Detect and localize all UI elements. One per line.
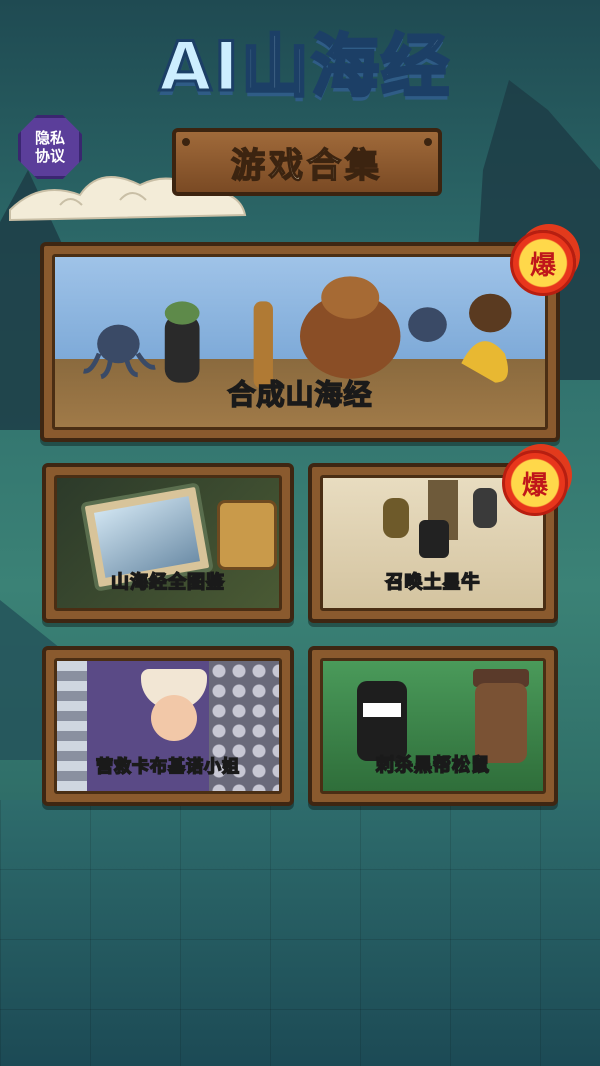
featured-game-thumbnail: 合成山海经 [52, 254, 548, 430]
game-card-rescue[interactable]: 营救卡布基诺小姐 [42, 646, 294, 806]
game-label: 山海经全图鉴 [110, 571, 225, 594]
privacy-policy-button[interactable]: 隐私 协议 [18, 115, 82, 179]
character-illustration [363, 703, 401, 717]
app-title: AI山海经 [158, 27, 451, 109]
hot-badge: 爆 [502, 450, 568, 516]
featured-game-card[interactable]: 合成山海经 [40, 242, 560, 442]
nail-icon [182, 138, 190, 146]
character-illustration [383, 498, 409, 538]
game-thumbnail: 刺杀黑帮松鼠 [320, 658, 546, 794]
game-thumbnail: 营救卡布基诺小姐 [54, 658, 282, 794]
game-label: 刺杀黑帮松鼠 [375, 754, 490, 777]
character-illustration [357, 681, 407, 761]
game-card-atlas[interactable]: 山海经全图鉴 [42, 463, 294, 623]
privacy-label-line2: 协议 [34, 147, 65, 165]
atlas-card-illustration [217, 500, 277, 570]
hot-badge: 爆 [510, 230, 576, 296]
game-label: 营救卡布基诺小姐 [95, 756, 240, 778]
game-card-assassinate[interactable]: 刺杀黑帮松鼠 [308, 646, 558, 806]
face-illustration [151, 695, 197, 741]
background-ground [0, 800, 600, 1066]
character-illustration [473, 488, 497, 528]
subtitle-plank: 游戏合集 [172, 128, 442, 196]
featured-game-label: 合成山海经 [227, 377, 373, 412]
nail-icon [424, 138, 432, 146]
game-thumbnail: 山海经全图鉴 [54, 475, 282, 611]
game-label: 召唤土星牛 [385, 571, 481, 594]
privacy-label-line1: 隐私 [34, 129, 65, 147]
subtitle: 游戏合集 [230, 145, 383, 187]
character-illustration [419, 520, 449, 558]
